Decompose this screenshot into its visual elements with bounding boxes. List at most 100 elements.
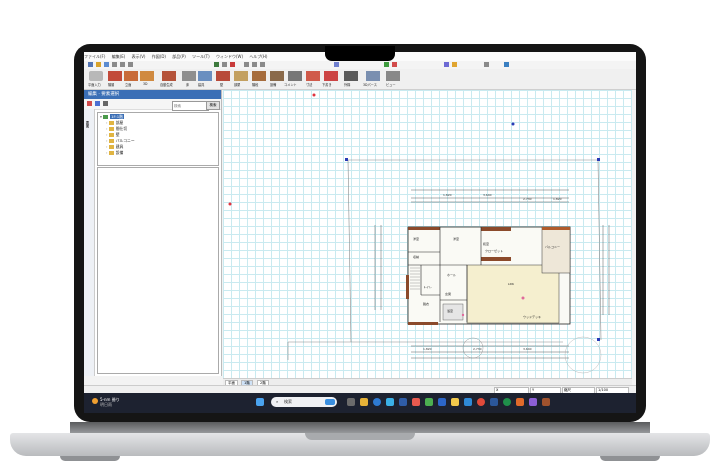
- wall-icon[interactable]: [216, 71, 230, 81]
- save-icon[interactable]: [104, 62, 109, 67]
- elevation-icon[interactable]: [124, 71, 138, 81]
- tree-item-equipment[interactable]: › 設備: [106, 150, 123, 156]
- 3d-icon[interactable]: [140, 71, 154, 81]
- stairs-icon[interactable]: [252, 71, 266, 81]
- line-icon[interactable]: [244, 62, 249, 67]
- equipment-icon[interactable]: [270, 71, 284, 81]
- office-icon[interactable]: [412, 398, 420, 406]
- panel-search-button[interactable]: 検索: [206, 101, 220, 110]
- ldk-marker: [521, 296, 525, 300]
- plan-input-label: 平面入力: [88, 83, 101, 87]
- undo-icon[interactable]: [120, 62, 125, 67]
- tree-item-label: 壁: [115, 132, 120, 137]
- window-icon[interactable]: [504, 62, 509, 67]
- app-blue-icon[interactable]: [438, 398, 446, 406]
- menu-parts[interactable]: 部品(P): [172, 54, 186, 59]
- grid-icon[interactable]: [484, 62, 489, 67]
- draft-icon[interactable]: [324, 71, 338, 81]
- menu-view[interactable]: 表示(V): [132, 54, 146, 59]
- auto-generate-icon[interactable]: [162, 71, 176, 81]
- fitting-icon[interactable]: [198, 71, 212, 81]
- room-label-deck: ウッドデッキ: [523, 314, 541, 319]
- taskbar-search[interactable]: ⌕ 検索: [271, 397, 337, 407]
- move-icon[interactable]: [222, 62, 227, 67]
- rotate-icon[interactable]: [260, 62, 265, 67]
- menu-draw[interactable]: 作図(D): [152, 54, 166, 59]
- edge-icon[interactable]: [373, 398, 381, 406]
- viewer-icon[interactable]: [386, 71, 400, 81]
- select-icon[interactable]: [214, 62, 219, 67]
- menu-help[interactable]: ヘルプ(H): [249, 54, 267, 59]
- tree-item-label: 建具: [115, 144, 124, 149]
- menu-window[interactable]: ウィンドウ(W): [216, 54, 243, 59]
- app-green-icon[interactable]: [425, 398, 433, 406]
- laptop-foot-left: [60, 456, 120, 461]
- app-cad-icon[interactable]: [542, 398, 550, 406]
- tree-item-label: バルコニー: [115, 138, 135, 143]
- auto-generate-label: 自動生成: [160, 83, 173, 87]
- redo-icon[interactable]: [128, 62, 133, 67]
- arrow-icon[interactable]: [252, 62, 257, 67]
- view-icon[interactable]: [334, 62, 339, 67]
- drawing-canvas[interactable]: 1,820 3,640 2,730 1,820 1,820 2,730 3,64…: [223, 90, 632, 378]
- dim-top-1: 1,820: [443, 193, 452, 197]
- dim-top-4: 1,820: [553, 197, 562, 201]
- taskbar-search-placeholder: 検索: [284, 399, 292, 404]
- weather-icon[interactable]: [92, 398, 98, 404]
- app-circle-icon[interactable]: [503, 398, 511, 406]
- panel-search-input[interactable]: [172, 101, 209, 111]
- color-icon[interactable]: [392, 62, 397, 67]
- panel-tool-blue-icon[interactable]: [95, 101, 100, 106]
- exterior-icon[interactable]: [344, 71, 358, 81]
- delete-icon[interactable]: [230, 62, 235, 67]
- panel-tool-list-icon[interactable]: [103, 101, 108, 106]
- room-label-dressing: 脱衣: [423, 301, 429, 306]
- room-label-ldk: LDK: [508, 282, 515, 286]
- room-label-hall: ホール: [447, 272, 456, 277]
- start-icon[interactable]: [256, 398, 264, 406]
- menu-edit[interactable]: 編集(E): [112, 54, 126, 59]
- tree-item-label: 設備: [115, 150, 124, 155]
- plan-input-icon[interactable]: [89, 71, 103, 81]
- floor-icon[interactable]: [182, 71, 196, 81]
- menu-tools[interactable]: ツール(T): [192, 54, 210, 59]
- panel-title: 編集 · 要素選択: [84, 90, 221, 99]
- new-file-icon[interactable]: [88, 62, 93, 67]
- layer-icon[interactable]: [384, 62, 389, 67]
- screen: ファイル(F) 編集(E) 表示(V) 作図(D) 部品(P) ツール(T) ウ…: [84, 52, 636, 413]
- panel-vertical-tab[interactable]: 要素: [84, 109, 95, 376]
- print-icon[interactable]: [112, 62, 117, 67]
- store-icon[interactable]: [386, 398, 394, 406]
- mail-icon[interactable]: [399, 398, 407, 406]
- word-icon[interactable]: [490, 398, 498, 406]
- fitting-label: 建具: [198, 83, 205, 87]
- folder-icon: [108, 151, 114, 155]
- dim-bottom-1: 1,820: [423, 347, 432, 351]
- weather-widget[interactable]: 5-nm 曇り 明日雨: [100, 397, 120, 407]
- panel-tool-red-icon[interactable]: [87, 101, 92, 106]
- property-panel: [97, 167, 219, 374]
- 3d-label: 3D: [143, 82, 148, 86]
- chrome-icon[interactable]: [477, 398, 485, 406]
- app-orange-icon[interactable]: [516, 398, 524, 406]
- comment-icon[interactable]: [288, 71, 302, 81]
- app-purple-icon[interactable]: [529, 398, 537, 406]
- file-explorer-icon[interactable]: [360, 398, 368, 406]
- camera-notch: [325, 46, 395, 61]
- room-label-1: 洋室: [413, 236, 419, 241]
- room-icon[interactable]: [234, 71, 248, 81]
- perspective-icon[interactable]: [366, 71, 380, 81]
- room-label-3: 洋室: [453, 236, 459, 241]
- dimension-icon[interactable]: [306, 71, 320, 81]
- floor-level-icon[interactable]: [108, 71, 122, 81]
- zoom-icon[interactable]: [444, 62, 449, 67]
- app-cloud-icon[interactable]: [464, 398, 472, 406]
- app-yellow-icon[interactable]: [451, 398, 459, 406]
- open-file-icon[interactable]: [96, 62, 101, 67]
- task-view-icon[interactable]: [347, 398, 355, 406]
- stairs-label: 階段: [252, 83, 259, 87]
- wall-label: 壁: [220, 83, 224, 87]
- help-icon[interactable]: [452, 62, 457, 67]
- folder-icon: [108, 133, 114, 137]
- menu-file[interactable]: ファイル(F): [84, 54, 105, 59]
